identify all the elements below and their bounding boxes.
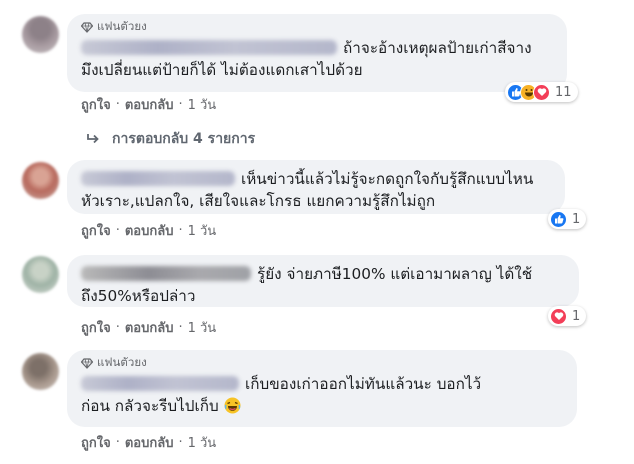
comment-bubble: รู้ยัง จ่ายภาษี100% แต่เอามาผลาญ ได้ใช้ … — [67, 255, 579, 307]
reaction-count: 11 — [555, 84, 572, 100]
author-name[interactable] — [81, 171, 235, 186]
comment-text-line-1: รู้ยัง จ่ายภาษี100% แต่เอามาผลาญ ได้ใช้ — [257, 265, 533, 283]
reaction-summary[interactable]: 1 — [548, 306, 587, 326]
reply-link[interactable]: ตอบกลับ — [125, 98, 174, 113]
reply-arrow-icon — [87, 134, 99, 144]
comment-actions: ถูกใจ · ตอบกลับ · 1 วัน — [81, 220, 216, 241]
reaction-summary[interactable]: 11 — [505, 82, 578, 102]
separator-dot: · — [178, 223, 183, 238]
avatar[interactable] — [22, 162, 59, 199]
comment-text: ถ้าจะอ้างเหตุผลป้ายเก่าสีจาง — [81, 37, 553, 59]
avatar[interactable] — [22, 256, 59, 293]
like-link[interactable]: ถูกใจ — [81, 224, 111, 239]
author-name[interactable] — [81, 40, 337, 55]
reply-link[interactable]: ตอบกลับ — [125, 224, 174, 239]
comment-bubble: แฟนตัวยง ถ้าจะอ้างเหตุผลป้ายเก่าสีจาง มึ… — [67, 14, 567, 92]
author-name[interactable] — [81, 376, 239, 391]
comment-actions: ถูกใจ · ตอบกลับ · 1 วัน — [81, 94, 216, 115]
comment-text-line-1: เก็บของเก่าออกไม่ทันแล้วนะ บอกไว้ — [245, 375, 482, 393]
comment-bubble: แฟนตัวยง เก็บของเก่าออกไม่ทันแล้วนะ บอกไ… — [67, 350, 577, 427]
like-link[interactable]: ถูกใจ — [81, 321, 111, 336]
separator-dot: · — [178, 97, 183, 112]
separator-dot: · — [115, 223, 120, 238]
comment-text-line-2: ถึง50%หรือปล่าว — [81, 287, 196, 305]
reply-link[interactable]: ตอบกลับ — [125, 436, 174, 451]
like-reaction-icon — [550, 210, 567, 228]
comment-text-line-2: ก่อน กลัวจะรีบไปเก็บ — [81, 395, 563, 417]
separator-dot: · — [178, 435, 183, 450]
comment-text-line-2: หัวเราะ,แปลกใจ, เสียใจและโกรธ แยกความรู้… — [81, 192, 436, 210]
comment-text-line-1: เห็นข่าวนี้แล้วไม่รู้จะกดถูกใจกับรู้สึกแ… — [241, 170, 534, 188]
diamond-icon — [81, 357, 93, 369]
view-replies-link[interactable]: การตอบกลับ 4 รายการ — [86, 128, 255, 150]
like-link[interactable]: ถูกใจ — [81, 436, 111, 451]
separator-dot: · — [115, 97, 120, 112]
separator-dot: · — [115, 435, 120, 450]
comment-bubble: เห็นข่าวนี้แล้วไม่รู้จะกดถูกใจกับรู้สึกแ… — [67, 160, 565, 214]
like-link[interactable]: ถูกใจ — [81, 98, 111, 113]
love-reaction-icon — [550, 307, 567, 325]
top-fan-label: แฟนตัวยง — [97, 19, 147, 33]
diamond-icon — [81, 21, 93, 33]
comment-text: เก็บของเก่าออกไม่ทันแล้วนะ บอกไว้ — [81, 373, 563, 395]
comment-text-line-1: ถ้าจะอ้างเหตุผลป้ายเก่าสีจาง — [343, 39, 532, 57]
top-fan-label: แฟนตัวยง — [97, 355, 147, 369]
love-reaction-icon — [533, 83, 550, 101]
reaction-summary[interactable]: 1 — [548, 209, 587, 229]
top-fan-badge[interactable]: แฟนตัวยง — [81, 355, 563, 370]
timestamp[interactable]: 1 วัน — [188, 98, 217, 113]
avatar[interactable] — [22, 16, 59, 53]
reply-link[interactable]: ตอบกลับ — [125, 321, 174, 336]
separator-dot: · — [115, 320, 120, 335]
view-replies-label: การตอบกลับ 4 รายการ — [112, 131, 256, 147]
reaction-count: 1 — [572, 308, 581, 324]
comment-actions: ถูกใจ · ตอบกลับ · 1 วัน — [81, 317, 216, 338]
comment-actions: ถูกใจ · ตอบกลับ · 1 วัน — [81, 432, 216, 453]
author-name[interactable] — [81, 266, 251, 281]
reaction-count: 1 — [572, 211, 581, 227]
laughing-emoji-icon — [224, 397, 241, 414]
comment-text: รู้ยัง จ่ายภาษี100% แต่เอามาผลาญ ได้ใช้ — [81, 263, 565, 285]
comment-text-line-2: มึงเปลี่ยนแต่ป้ายก็ได้ ไม่ต้องแดกเสาไปด้… — [81, 61, 363, 79]
timestamp[interactable]: 1 วัน — [188, 224, 217, 239]
timestamp[interactable]: 1 วัน — [188, 436, 217, 451]
separator-dot: · — [178, 320, 183, 335]
top-fan-badge[interactable]: แฟนตัวยง — [81, 19, 553, 34]
avatar[interactable] — [22, 353, 59, 390]
comment-text-line-2-text: ก่อน กลัวจะรีบไปเก็บ — [81, 397, 219, 415]
timestamp[interactable]: 1 วัน — [188, 321, 217, 336]
comment-text: เห็นข่าวนี้แล้วไม่รู้จะกดถูกใจกับรู้สึกแ… — [81, 168, 551, 190]
